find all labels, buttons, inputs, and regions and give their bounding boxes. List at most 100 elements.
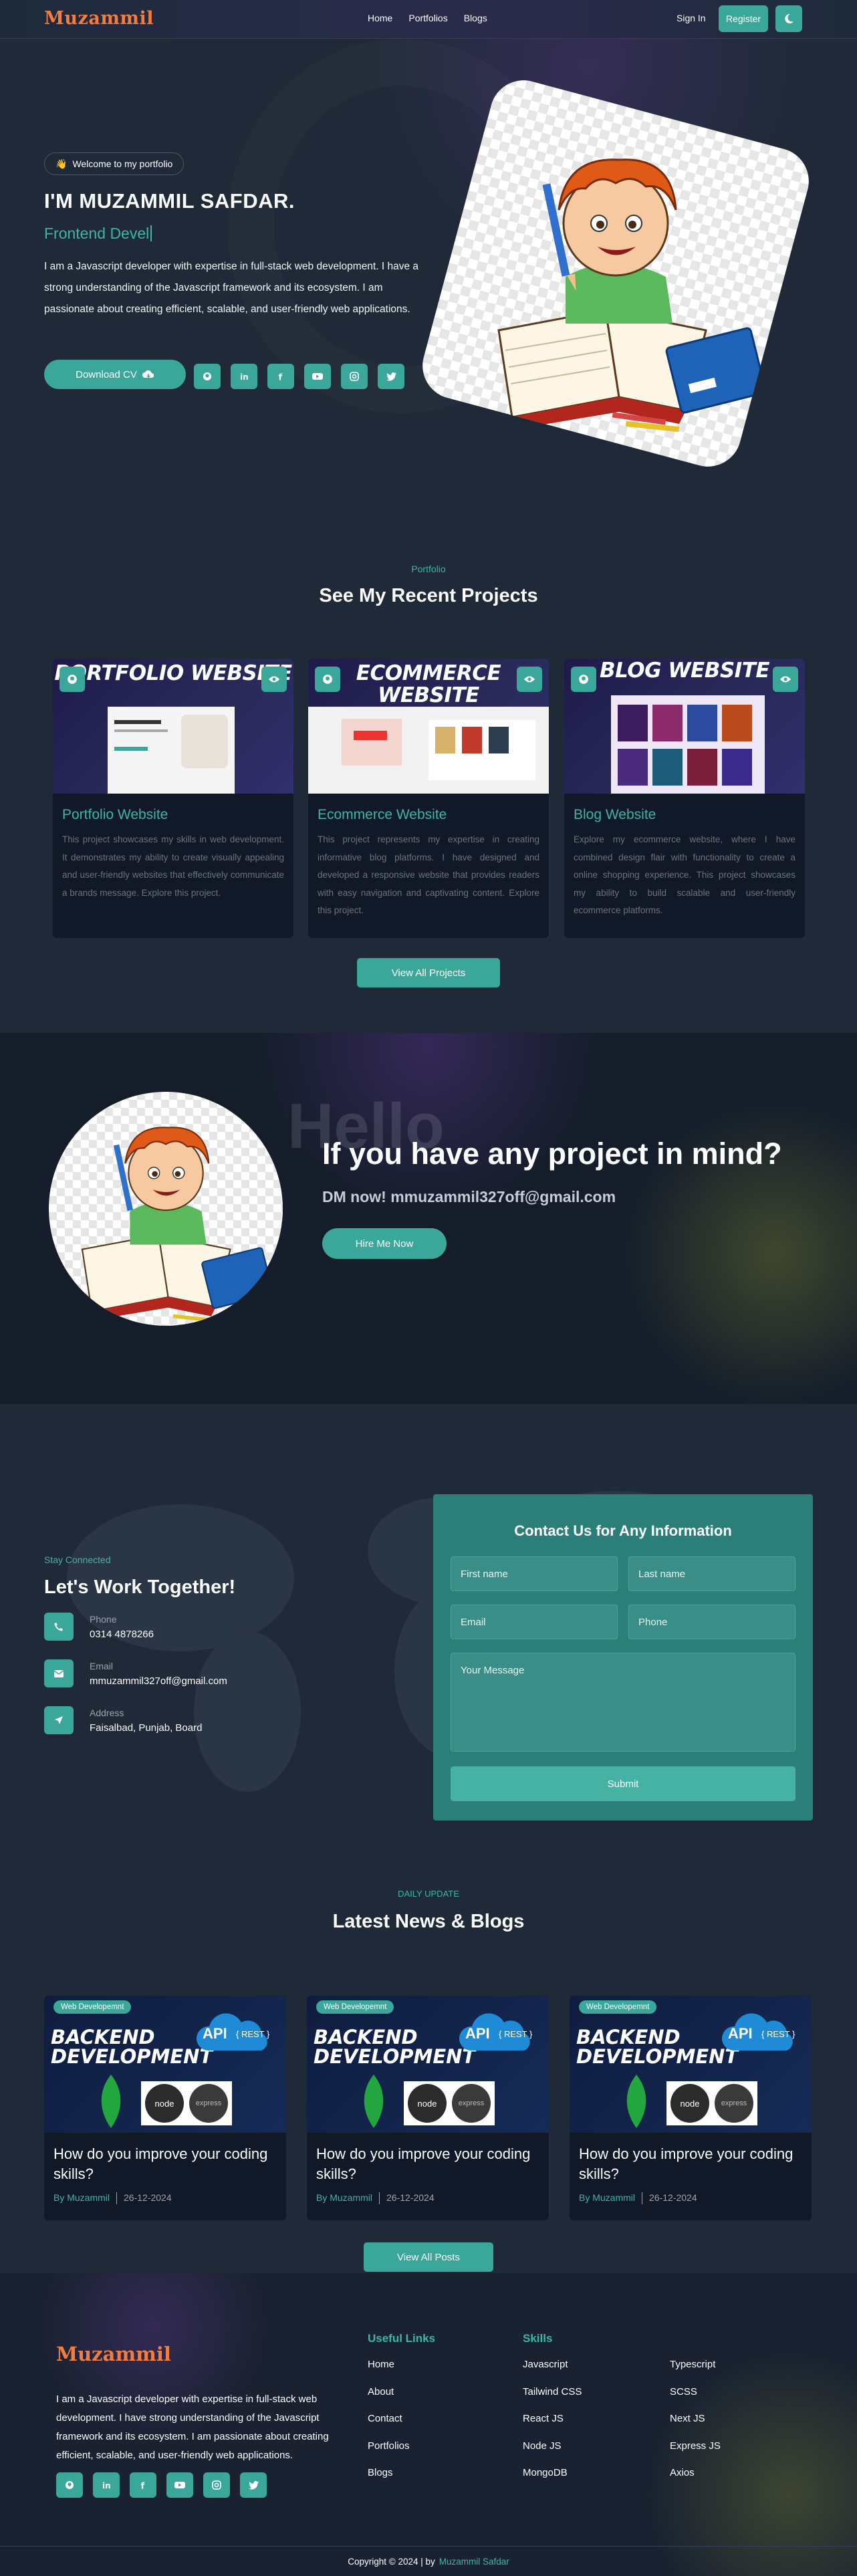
project-thumbnail-title: BLOG WEBSITE (599, 659, 770, 683)
register-button[interactable]: Register (719, 5, 768, 32)
signin-link[interactable]: Sign In (677, 13, 706, 23)
instagram-link[interactable] (203, 2472, 230, 2498)
hire-cta-section: Hello If you have any project in mind? D… (0, 1033, 857, 1404)
project-card[interactable]: BLOG WEBSITE Blog Website Explore my eco… (564, 658, 806, 939)
contact-section: Stay Connected Let's Work Together! Phon… (0, 1404, 857, 1821)
instagram-icon (212, 2480, 221, 2490)
footer-link-about[interactable]: About (368, 2386, 410, 2414)
twitter-link[interactable] (378, 364, 404, 389)
footer-logo[interactable]: Muzammil (56, 2343, 171, 2365)
twitter-link[interactable] (240, 2472, 267, 2498)
copyright-author-link[interactable]: Muzammil Safdar (439, 2557, 509, 2567)
blog-date: 26-12-2024 (386, 2192, 435, 2203)
eye-icon (269, 676, 279, 683)
blog-title[interactable]: How do you improve your coding skills? (579, 2144, 800, 2184)
last-name-field[interactable]: Last name (628, 1556, 795, 1591)
project-card[interactable]: ECOMMERCE WEBSITE Ecommerce Website This… (308, 658, 549, 939)
svg-text:f: f (279, 373, 283, 382)
download-cv-label: Download CV (76, 368, 137, 380)
express-logo: express (715, 2084, 753, 2123)
live-preview-link[interactable] (517, 667, 542, 692)
nav-link-blogs[interactable]: Blogs (464, 13, 487, 23)
theme-toggle-button[interactable] (775, 5, 802, 32)
skill-item: Axios (670, 2467, 695, 2478)
site-logo[interactable]: Muzammil (44, 8, 154, 29)
footer-link-blogs[interactable]: Blogs (368, 2467, 410, 2494)
footer-link-contact[interactable]: Contact (368, 2413, 410, 2440)
contact-value[interactable]: mmuzammil327off@gmail.com (90, 1675, 227, 1687)
hero-name: I'M MUZAMMIL SAFDAR. (44, 189, 295, 213)
blog-category-tag: Web Developemnt (53, 2000, 132, 2014)
project-screenshot (308, 707, 549, 794)
facebook-link[interactable]: f (267, 364, 294, 389)
contact-kicker: Stay Connected (44, 1554, 111, 1565)
blog-card[interactable]: Web Developemnt BACKEND DEVELOPMENT API … (307, 1996, 549, 2220)
contact-form: Contact Us for Any Information First nam… (433, 1494, 813, 1821)
github-link[interactable] (59, 667, 85, 692)
first-name-field[interactable]: First name (451, 1556, 618, 1591)
cta-illustration (49, 1092, 283, 1326)
api-rest-cloud: API { REST } (720, 2009, 800, 2056)
live-preview-link[interactable] (773, 667, 798, 692)
blog-card[interactable]: Web Developemnt BACKEND DEVELOPMENT API … (570, 1996, 812, 2220)
youtube-link[interactable] (166, 2472, 193, 2498)
nav-links: Home Portfolios Blogs (368, 13, 487, 23)
node-logo: node (145, 2084, 184, 2123)
meta-divider (379, 2192, 380, 2204)
twitter-icon (386, 372, 396, 380)
youtube-link[interactable] (304, 364, 331, 389)
facebook-link[interactable]: f (130, 2472, 156, 2498)
footer-link-portfolios[interactable]: Portfolios (368, 2440, 410, 2468)
github-link[interactable] (56, 2472, 83, 2498)
typing-cursor (150, 225, 152, 241)
phone-field[interactable]: Phone (628, 1605, 795, 1639)
cartoon-boy-reading-illustration (81, 1127, 273, 1322)
footer-social-links: in f (56, 2472, 267, 2498)
node-logo: node (408, 2084, 447, 2123)
skill-item: Express JS (670, 2440, 721, 2452)
node-express-badges: node express (666, 2081, 757, 2125)
blog-title[interactable]: How do you improve your coding skills? (53, 2144, 274, 2184)
svg-text:f: f (141, 2482, 145, 2490)
nav-link-home[interactable]: Home (368, 13, 392, 23)
project-card[interactable]: PORTFOLIO WEBSITE Portfolio Website This… (52, 658, 294, 939)
node-express-badges: node express (141, 2081, 232, 2125)
eye-icon (780, 676, 791, 683)
api-label: API (728, 2025, 753, 2042)
welcome-badge: 👋 Welcome to my portfolio (44, 152, 185, 175)
live-preview-link[interactable] (261, 667, 287, 692)
svg-text:in: in (102, 2481, 111, 2490)
facebook-icon: f (279, 373, 283, 382)
download-cv-button[interactable]: Download CV (44, 360, 186, 389)
linkedin-link[interactable]: in (231, 364, 257, 389)
cloud-download-icon (142, 370, 154, 378)
blog-date: 26-12-2024 (124, 2192, 172, 2203)
view-all-projects-button[interactable]: View All Projects (357, 958, 500, 987)
blog-thumbnail: Web Developemnt BACKEND DEVELOPMENT API … (570, 1996, 812, 2133)
contact-value[interactable]: 0314 4878266 (90, 1629, 154, 1640)
api-label: API (203, 2025, 227, 2042)
email-field[interactable]: Email (451, 1605, 618, 1639)
mongodb-leaf-icon (626, 2075, 646, 2128)
submit-button[interactable]: Submit (451, 1766, 795, 1801)
useful-links-list: Home About Contact Portfolios Blogs (368, 2359, 410, 2494)
blog-title[interactable]: How do you improve your coding skills? (316, 2144, 537, 2184)
cta-subtitle: DM now! mmuzammil327off@gmail.com (322, 1188, 616, 1205)
github-link[interactable] (571, 667, 596, 692)
footer-link-home[interactable]: Home (368, 2359, 410, 2386)
linkedin-link[interactable]: in (93, 2472, 120, 2498)
linkedin-icon: in (102, 2481, 111, 2490)
contact-email: Email mmuzammil327off@gmail.com (44, 1659, 227, 1687)
blogs-kicker: DAILY UPDATE (398, 1889, 459, 1899)
nav-link-portfolios[interactable]: Portfolios (408, 13, 447, 23)
message-textarea[interactable]: Your Message (451, 1653, 795, 1752)
instagram-link[interactable] (341, 364, 368, 389)
location-icon-badge (44, 1706, 74, 1734)
phone-icon-badge (44, 1613, 74, 1641)
view-all-posts-button[interactable]: View All Posts (364, 2242, 493, 2272)
github-link[interactable] (194, 364, 221, 389)
blog-card[interactable]: Web Developemnt BACKEND DEVELOPMENT API … (44, 1996, 286, 2220)
hire-me-button[interactable]: Hire Me Now (322, 1228, 447, 1259)
hero-description: I am a Javascript developer with experti… (44, 261, 418, 315)
github-link[interactable] (315, 667, 340, 692)
